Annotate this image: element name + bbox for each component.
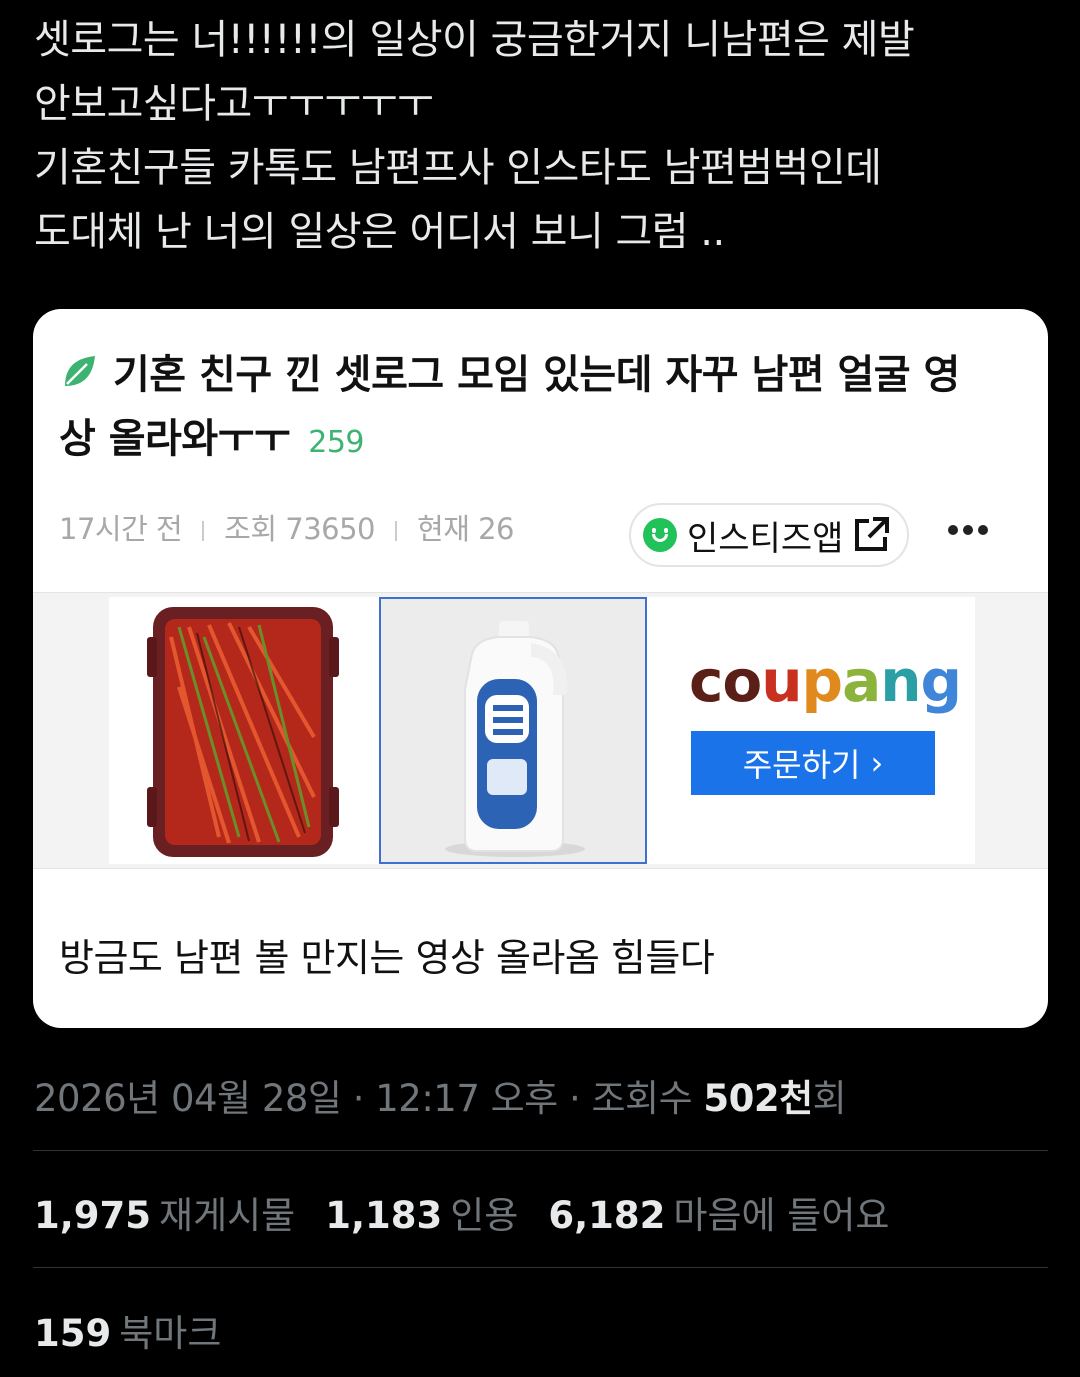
card-title[interactable]: 기혼 친구 낀 셋로그 모임 있는데 자꾸 남편 얼굴 영 상 올라와ㅜㅜ 259 xyxy=(59,343,1029,475)
divider xyxy=(33,1267,1048,1268)
likes-count: 6,182 xyxy=(548,1194,666,1237)
tweet-line: 셋로그는 너!!!!!!의 일상이 궁금한거지 니남편은 제발 xyxy=(34,17,915,63)
quotes-stat[interactable]: 1,183 인용 xyxy=(325,1194,548,1237)
likes-stat[interactable]: 6,182 마음에 들어요 xyxy=(548,1194,919,1237)
tweet-line: 도대체 난 너의 일상은 어디서 보니 그럼 .. xyxy=(34,209,725,255)
tweet-text: 셋로그는 너!!!!!!의 일상이 궁금한거지 니남편은 제발 안보고싶다고ㅜㅜ… xyxy=(34,8,1044,264)
engagement-stats: 1,975 재게시물 1,183 인용 6,182 마음에 들어요 xyxy=(34,1185,919,1239)
kimchi-image xyxy=(147,607,339,857)
meta-divider xyxy=(395,521,398,541)
external-link-icon xyxy=(855,517,890,551)
reposts-count: 1,975 xyxy=(34,1194,152,1237)
tweet-timestamp[interactable]: 2026년 04월 28일 · 12:17 오후 · 조회수 502천회 xyxy=(34,1068,847,1122)
likes-label: 마음에 들어요 xyxy=(673,1194,890,1237)
meta-divider xyxy=(202,521,205,541)
reposts-label: 재게시물 xyxy=(159,1194,296,1237)
post-views: 조회 73650 xyxy=(224,512,376,546)
order-button[interactable]: 주문하기 › xyxy=(691,731,935,795)
product-image-milk[interactable] xyxy=(379,597,647,864)
order-button-label: 주문하기 xyxy=(742,746,861,784)
more-icon[interactable] xyxy=(946,523,990,537)
tweet-line: 기혼친구들 카톡도 남편프사 인스타도 남편범벅인데 xyxy=(34,145,882,191)
views-count: 502천 xyxy=(703,1077,813,1120)
post-time: 17시간 전 xyxy=(59,512,183,546)
quoted-post-card[interactable]: 기혼 친구 낀 셋로그 모임 있는데 자꾸 남편 얼굴 영 상 올라와ㅜㅜ 259… xyxy=(33,309,1048,1028)
ad-inner[interactable]: coupang 주문하기 › xyxy=(109,597,975,864)
quotes-label: 인용 xyxy=(450,1194,519,1237)
ad-banner[interactable]: coupang 주문하기 › xyxy=(33,592,1048,869)
comment-count[interactable]: 259 xyxy=(308,425,364,460)
bookmarks-count: 159 xyxy=(34,1312,112,1355)
chevron-right-icon: › xyxy=(870,744,884,782)
post-current: 현재 26 xyxy=(417,512,514,546)
post-meta: 17시간 전 조회 73650 현재 26 xyxy=(59,506,514,548)
divider xyxy=(33,1150,1048,1151)
card-title-line2: 상 올라와ㅜㅜ xyxy=(59,416,291,462)
tweet-line: 안보고싶다고ㅜㅜㅜㅜㅜ xyxy=(34,81,434,127)
views-suffix: 회 xyxy=(812,1077,847,1120)
coupang-logo[interactable]: coupang xyxy=(689,647,962,715)
bookmarks-label: 북마크 xyxy=(119,1312,222,1355)
leaf-icon xyxy=(65,356,95,386)
milk-bottle-image xyxy=(445,621,585,857)
card-body-text: 방금도 남편 볼 만지는 영상 올라옴 힘들다 xyxy=(59,936,715,980)
reposts-stat[interactable]: 1,975 재게시물 xyxy=(34,1194,325,1237)
open-app-button[interactable]: 인스티즈앱 xyxy=(629,503,909,567)
product-image-kimchi[interactable] xyxy=(109,597,376,864)
smile-icon xyxy=(643,518,677,552)
app-label: 인스티즈앱 xyxy=(687,518,844,559)
timestamp-text: 2026년 04월 28일 · 12:17 오후 · 조회수 xyxy=(34,1077,704,1120)
quotes-count: 1,183 xyxy=(325,1194,443,1237)
bookmarks-stat[interactable]: 159 북마크 xyxy=(34,1303,221,1357)
card-title-line1: 기혼 친구 낀 셋로그 모임 있는데 자꾸 남편 얼굴 영 xyxy=(113,352,960,398)
